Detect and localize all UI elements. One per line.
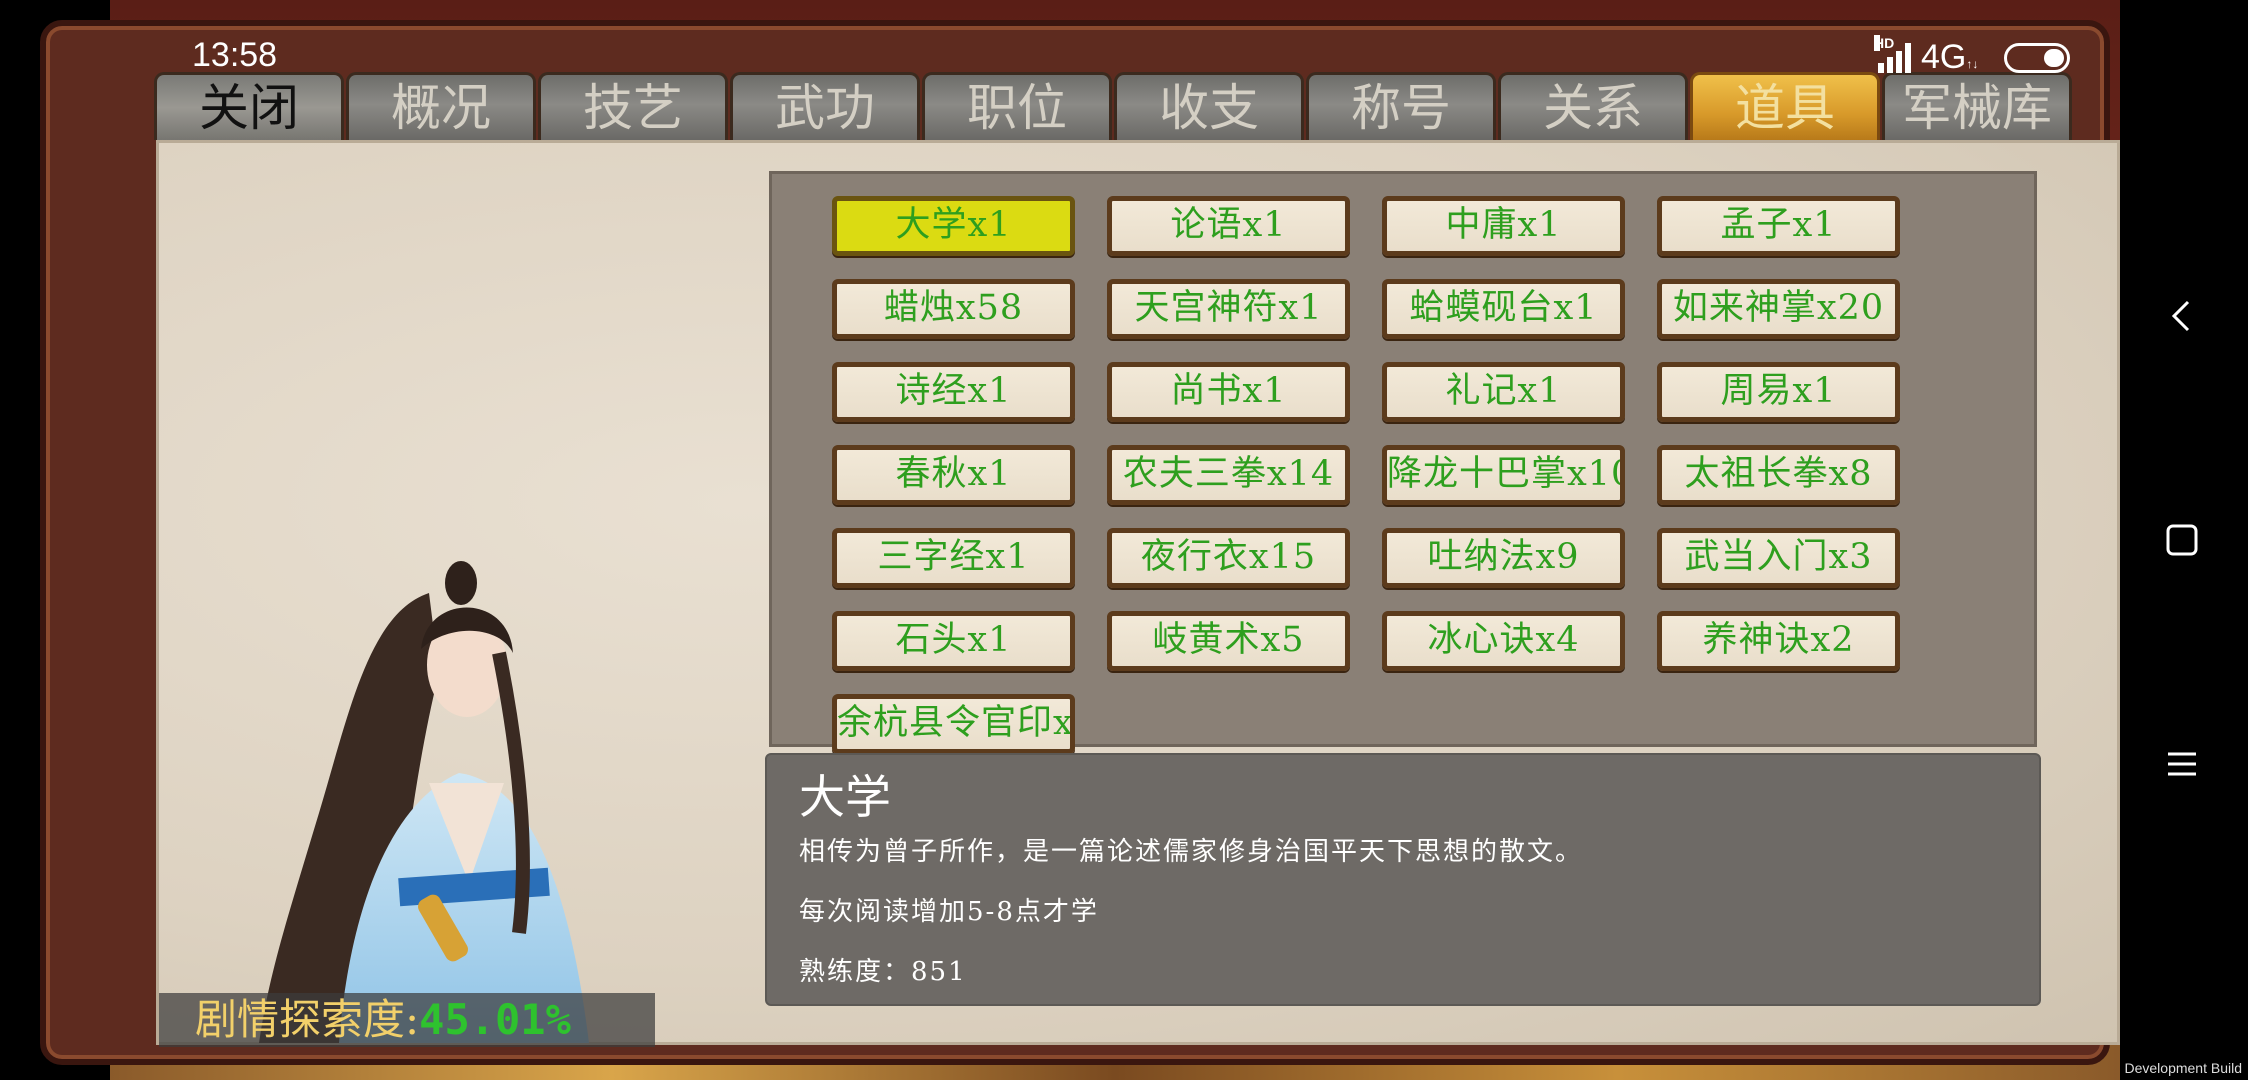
item-button[interactable]: 论语x1 <box>1107 196 1350 256</box>
story-progress: 剧情探索度:45.01% <box>159 993 655 1047</box>
progress-value: 45.01% <box>419 995 571 1044</box>
tab-relations[interactable]: 关系 <box>1498 72 1688 140</box>
item-button[interactable]: 降龙十巴掌x10 <box>1382 445 1625 505</box>
item-detail-name: 大学 <box>799 770 891 824</box>
item-button[interactable]: 夜行衣x15 <box>1107 528 1350 588</box>
item-button[interactable]: 蛤蟆砚台x1 <box>1382 279 1625 339</box>
tab-armory[interactable]: 军械库 <box>1882 72 2072 140</box>
items-panel: 剧情探索度:45.01% 大学x1 论语x1 中庸x1 孟子x1 蜡烛x58 天宫神符x1… <box>156 140 2120 1047</box>
item-button[interactable]: 养神诀x2 <box>1657 611 1900 671</box>
item-button[interactable]: 礼记x1 <box>1382 362 1625 422</box>
item-button[interactable]: 尚书x1 <box>1107 362 1350 422</box>
item-button[interactable]: 天宫神符x1 <box>1107 279 1350 339</box>
tab-bar: 关闭 概况 技艺 武功 职位 收支 称号 关系 道具 军械库 <box>154 72 2072 140</box>
tab-finance[interactable]: 收支 <box>1114 72 1304 140</box>
item-button[interactable]: 余杭县令官印x1 <box>832 694 1075 754</box>
progress-label: 剧情探索度: <box>195 995 420 1044</box>
tab-items[interactable]: 道具 <box>1690 72 1880 140</box>
item-button[interactable]: 如来神掌x20 <box>1657 279 1900 339</box>
item-button[interactable]: 蜡烛x58 <box>832 279 1075 339</box>
tab-titles[interactable]: 称号 <box>1306 72 1496 140</box>
tab-close[interactable]: 关闭 <box>154 72 344 140</box>
item-button[interactable]: 孟子x1 <box>1657 196 1900 256</box>
tab-position[interactable]: 职位 <box>922 72 1112 140</box>
tab-skills[interactable]: 技艺 <box>538 72 728 140</box>
character-portrait <box>259 561 589 1043</box>
item-button[interactable]: 三字经x1 <box>832 528 1075 588</box>
menu-icon[interactable] <box>2150 732 2214 796</box>
dev-build-label: Development Build <box>2124 1060 2242 1076</box>
item-detail-effect: 每次阅读增加5-8点才学 <box>799 897 1099 927</box>
item-button[interactable]: 农夫三拳x14 <box>1107 445 1350 505</box>
item-button[interactable]: 周易x1 <box>1657 362 1900 422</box>
item-detail-proficiency: 熟练度：851 <box>799 957 967 987</box>
item-detail-panel: 大学 相传为曾子所作，是一篇论述儒家修身治国平天下思想的散文。 每次阅读增加5-… <box>765 753 2041 1006</box>
tab-martial-arts[interactable]: 武功 <box>730 72 920 140</box>
item-button[interactable]: 中庸x1 <box>1382 196 1625 256</box>
item-button[interactable]: 太祖长拳x8 <box>1657 445 1900 505</box>
item-button[interactable]: 冰心诀x4 <box>1382 611 1625 671</box>
item-button[interactable]: 武当入门x3 <box>1657 528 1900 588</box>
item-detail-description: 相传为曾子所作，是一篇论述儒家修身治国平天下思想的散文。 <box>799 837 1584 867</box>
item-button[interactable]: 诗经x1 <box>832 362 1075 422</box>
item-grid: 大学x1 论语x1 中庸x1 孟子x1 蜡烛x58 天宫神符x1 蛤蟆砚台x1 如来神掌x20… <box>769 171 2037 754</box>
tab-overview[interactable]: 概况 <box>346 72 536 140</box>
item-button[interactable]: 春秋x1 <box>832 445 1075 505</box>
item-button[interactable]: 大学x1 <box>832 196 1075 256</box>
item-button[interactable]: 吐纳法x9 <box>1382 528 1625 588</box>
item-button[interactable]: 石头x1 <box>832 611 1075 671</box>
home-icon[interactable] <box>2150 508 2214 572</box>
back-icon[interactable] <box>2150 284 2214 348</box>
android-nav-bar: Development Build <box>2120 0 2248 1080</box>
item-button[interactable]: 岐黄术x5 <box>1107 611 1350 671</box>
